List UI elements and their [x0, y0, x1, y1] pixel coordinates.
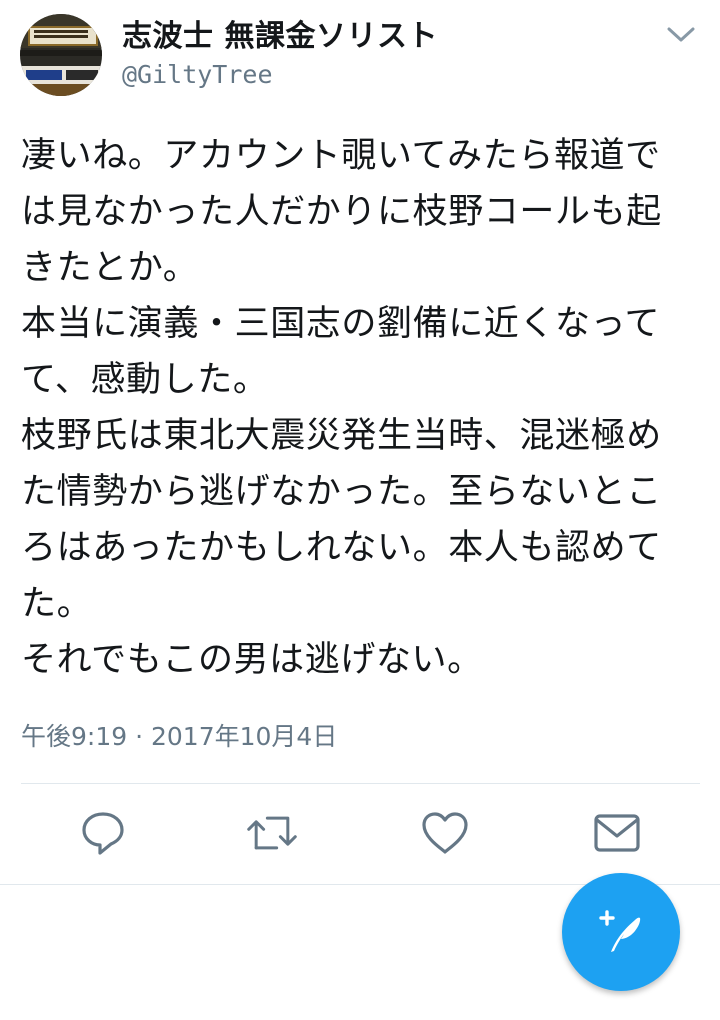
tweet-text-line: た。 — [21, 584, 93, 624]
tweet-text-line: 本当に演義・三国志の劉備に近くなって — [21, 304, 661, 344]
display-name[interactable]: 志波士 無課金ソリスト — [122, 20, 438, 54]
like-button[interactable] — [418, 806, 472, 860]
user-handle[interactable]: @GiltyTree — [122, 60, 273, 90]
tweet-text-line: た情勢から逃げなかった。至らないとこ — [21, 472, 662, 512]
heart-icon — [422, 812, 468, 854]
retweet-button[interactable] — [245, 806, 299, 860]
divider — [21, 783, 700, 784]
tweet-menu-button[interactable] — [664, 20, 698, 50]
retweet-icon — [247, 816, 297, 850]
tweet-text-line: きたとか。 — [21, 248, 199, 288]
tweet-text-line: それでもこの男は逃げない。 — [21, 640, 483, 680]
tweet-text-line: は見なかった人だかりに枝野コールも起 — [21, 192, 662, 232]
direct-message-button[interactable] — [590, 806, 644, 860]
tweet-text-line: て、感動した。 — [21, 360, 269, 400]
tweet-text-line: 枝野氏は東北大震災発生当時、混迷極め — [21, 416, 662, 456]
tweet-timestamp: 午後9:19 · 2017年10月4日 — [21, 722, 338, 751]
avatar-image-bar-dark — [66, 70, 98, 80]
compose-feather-icon — [599, 910, 641, 952]
avatar-image-bar-blue — [26, 70, 62, 80]
avatar-image-sign-lines — [34, 30, 88, 33]
envelope-icon — [594, 814, 640, 852]
tweet-text: 凄いね。アカウント覗いてみたら報道で は見なかった人だかりに枝野コールも起 きた… — [21, 128, 711, 688]
tweet-text-line: ろはあったかもしれない。本人も認めて — [21, 528, 662, 568]
reply-icon — [82, 812, 124, 855]
reply-button[interactable] — [76, 806, 130, 860]
chevron-down-icon — [667, 27, 695, 42]
tweet-text-line: 凄いね。アカウント覗いてみたら報道で — [21, 136, 661, 176]
avatar-image-sign — [28, 26, 98, 46]
avatar-image-band — [20, 50, 102, 56]
compose-tweet-button[interactable] — [562, 873, 680, 991]
avatar[interactable] — [20, 14, 102, 96]
avatar-image-band — [20, 84, 102, 96]
